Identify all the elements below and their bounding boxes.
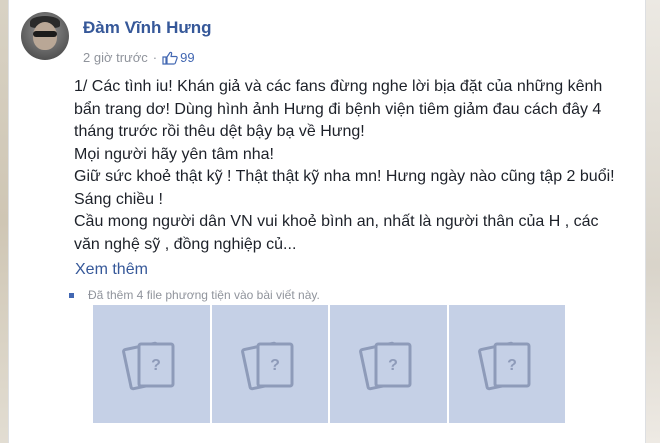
media-tile[interactable]: ? [93,305,210,423]
media-tile[interactable]: ? [211,305,328,423]
missing-image-glyph: ? [270,357,280,374]
post-body: 1/ Các tình iu! Khán giả và các fans đừn… [74,76,644,256]
post-text-line: bẩn trang dơ! Dùng hình ảnh Hưng đi bệnh… [74,100,602,118]
post-text-line: tháng trước rồi thêu dệt bậy bạ về Hưng! [74,123,365,140]
missing-image-glyph: ? [507,357,517,374]
meta-separator: · [152,50,158,65]
missing-image-glyph: ? [151,357,161,374]
post-text-line: Sáng chiều ! [74,190,163,208]
missing-image-glyph: ? [388,357,398,374]
post-card: Đàm Vĩnh Hưng 2 giờ trước · 99 1/ Các tì… [8,0,646,443]
avatar-sunglasses [33,31,57,37]
see-more-link[interactable]: Xem thêm [75,261,148,279]
background-right [646,0,660,443]
missing-image-icon: ? [359,341,412,391]
post-text-line: văn nghệ sỹ , đồng nghiệp củ... [74,235,297,253]
like-count[interactable]: 99 [180,50,194,65]
media-tile[interactable]: ? [330,305,447,423]
media-tile[interactable]: ? [448,305,565,423]
missing-image-icon: ? [240,341,294,391]
post-text-line: 1/ Các tình iu! Khán giả và các fans đừn… [74,78,603,95]
missing-image-icon: ? [122,341,175,391]
post-meta: 2 giờ trước · 99 [83,50,195,65]
post-time[interactable]: 2 giờ trước [83,50,148,65]
post-header: Đàm Vĩnh Hưng 2 giờ trước · 99 [21,12,621,68]
added-media-note: Đã thêm 4 file phương tiện vào bài viết … [69,288,320,302]
media-grid: ? ? ? ? [93,305,565,423]
bullet-square-icon [69,292,74,298]
missing-image-icon: ? [477,341,531,391]
thumbs-up-icon[interactable] [162,51,178,65]
author-name[interactable]: Đàm Vĩnh Hưng [83,18,211,38]
post-text-line: Mọi người hãy yên tâm nha! [74,145,274,163]
post-text-line: Cầu mong người dân VN vui khoẻ bình an, … [74,213,599,230]
post-text-line: Giữ sức khoẻ thật kỹ ! Thật thật kỹ nha … [74,168,615,185]
background-left [0,0,8,443]
avatar[interactable] [21,12,69,60]
added-media-note-text: Đã thêm 4 file phương tiện vào bài viết … [88,288,320,302]
